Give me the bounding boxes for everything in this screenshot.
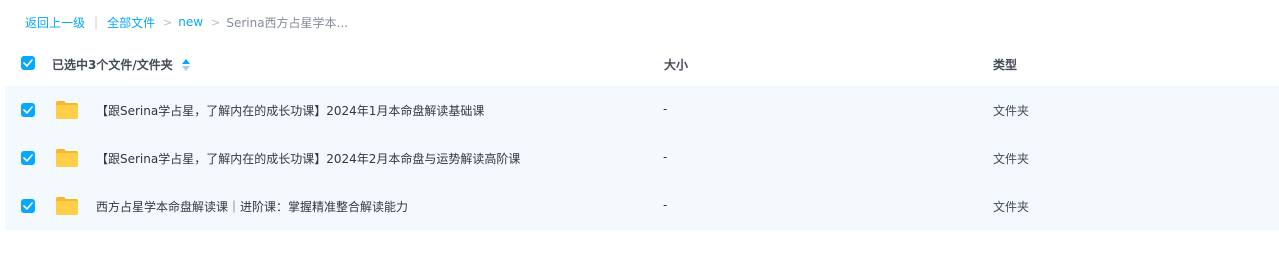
sort-icon[interactable] [181,58,190,71]
file-type: 文件夹 [993,200,1030,214]
checkmark-icon [23,106,33,114]
row-checkbox[interactable] [21,199,35,213]
file-size: - [663,198,668,212]
chevron-right-icon: > [163,15,173,29]
file-type: 文件夹 [993,104,1030,118]
back-link[interactable]: 返回上一级 [25,14,85,31]
file-size: - [663,102,668,116]
breadcrumb-item-new[interactable]: new [178,15,203,29]
file-type: 文件夹 [993,152,1030,166]
column-header-name[interactable]: 已选中3个文件/文件夹 [52,56,190,73]
column-header-size[interactable]: 大小 [664,56,688,73]
table-row[interactable]: 西方占星学本命盘解读课｜进阶课：掌握精准整合解读能力 - 文件夹 [5,182,1279,230]
file-list: 【跟Serina学占星，了解内在的成长功课】2024年1月本命盘解读基础课 - … [5,86,1279,230]
file-size: - [663,150,668,164]
chevron-right-icon: > [211,15,221,29]
file-name[interactable]: 西方占星学本命盘解读课｜进阶课：掌握精准整合解读能力 [96,198,408,215]
row-checkbox[interactable] [21,151,35,165]
row-checkbox[interactable] [21,103,35,117]
breadcrumb-item-all-files[interactable]: 全部文件 [107,14,155,31]
checkmark-icon [23,154,33,162]
folder-icon [56,149,78,167]
breadcrumb-divider: | [94,15,99,29]
folder-icon [56,101,78,119]
selection-count-label: 已选中3个文件/文件夹 [52,58,173,72]
table-header: 已选中3个文件/文件夹 大小 类型 [0,40,1279,86]
breadcrumb: 返回上一级 | 全部文件 > new > Serina西方占星学本... [25,13,348,31]
breadcrumb-item-current: Serina西方占星学本... [226,15,348,30]
checkmark-icon [23,59,33,67]
file-name[interactable]: 【跟Serina学占星，了解内在的成长功课】2024年2月本命盘与运势解读高阶课 [96,150,520,167]
table-row[interactable]: 【跟Serina学占星，了解内在的成长功课】2024年2月本命盘与运势解读高阶课… [5,134,1279,182]
table-row[interactable]: 【跟Serina学占星，了解内在的成长功课】2024年1月本命盘解读基础课 - … [5,86,1279,134]
file-name[interactable]: 【跟Serina学占星，了解内在的成长功课】2024年1月本命盘解读基础课 [96,102,484,119]
select-all-checkbox[interactable] [21,56,35,70]
column-header-type[interactable]: 类型 [993,56,1017,73]
checkmark-icon [23,202,33,210]
folder-icon [56,197,78,215]
